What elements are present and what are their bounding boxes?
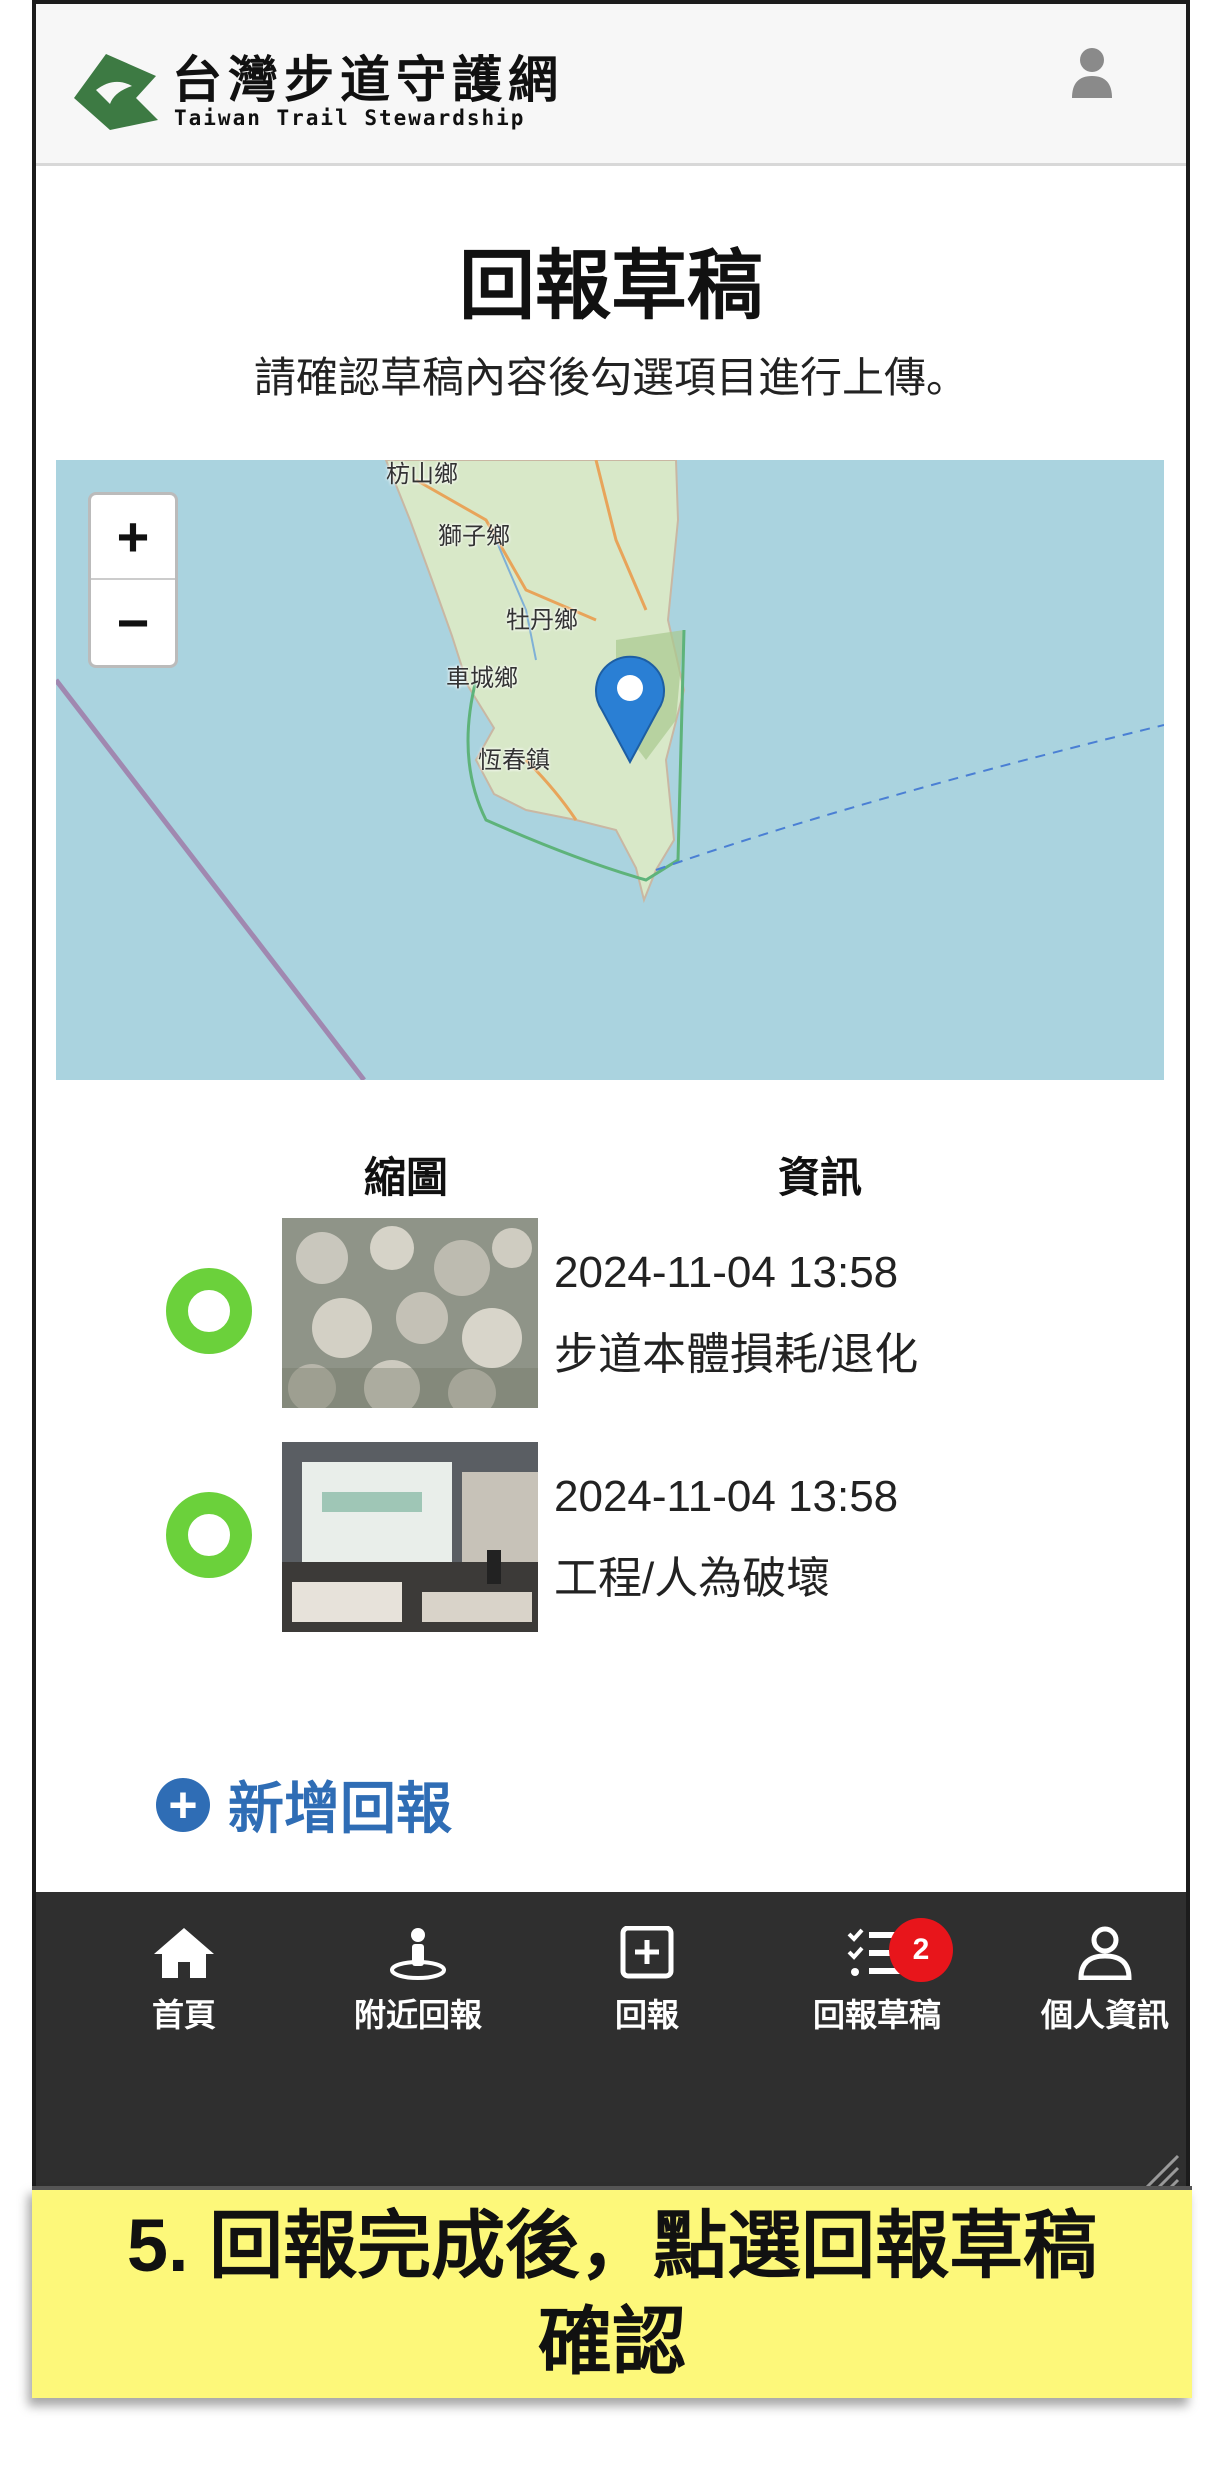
zoom-in-button[interactable]: + — [91, 495, 175, 580]
map-zoom-control: + − — [88, 492, 178, 668]
app-header: 台灣步道守護網 Taiwan Trail Stewardship — [36, 4, 1186, 166]
profile-icon — [1078, 1926, 1132, 1980]
nav-item-report[interactable]: 回報 — [547, 1926, 747, 2036]
caption-line-1: 5. 回報完成後，點選回報草稿 — [126, 2204, 1098, 2287]
draft-count-badge: 2 — [889, 1918, 953, 1982]
home-icon — [154, 1928, 214, 1978]
nav-label: 首頁 — [151, 1997, 216, 2033]
resize-grip-icon[interactable] — [1140, 2150, 1180, 2190]
map-view[interactable]: 枋山鄉 獅子鄉 牡丹鄉 車城鄉 恆春鎮 + − — [56, 460, 1164, 1080]
draft-date: 2024-11-04 13:58 — [554, 1472, 899, 1521]
brand-name-cn: 台灣步道守護網 — [172, 50, 564, 109]
map-label: 牡丹鄉 — [506, 607, 578, 634]
draft-thumbnail-image — [282, 1442, 538, 1632]
brand-name-en: Taiwan Trail Stewardship — [174, 106, 526, 130]
draft-select-radio[interactable] — [166, 1268, 252, 1354]
nav-item-profile[interactable]: 個人資訊 — [1005, 1926, 1186, 2036]
draft-thumbnail-image — [282, 1218, 538, 1408]
nav-label: 回報 — [614, 1997, 679, 2033]
map-pin-icon[interactable] — [594, 654, 666, 764]
draft-type: 步道本體損耗/退化 — [554, 1330, 919, 1379]
nav-label: 回報草稿 — [812, 1997, 941, 2033]
add-report-link[interactable]: + 新增回報 — [156, 1764, 452, 1845]
nav-item-report-drafts[interactable]: 2 回報草稿 — [777, 1918, 977, 2036]
draft-type: 工程/人為破壞 — [554, 1554, 831, 1603]
trail-leaf-logo-icon — [74, 54, 158, 130]
zoom-out-button[interactable]: − — [91, 580, 175, 665]
nav-item-nearby-reports[interactable]: 附近回報 — [318, 1926, 518, 2036]
column-header-thumbnail: 縮圖 — [364, 1154, 449, 1201]
instruction-caption: 5. 回報完成後，點選回報草稿 確認 — [32, 2186, 1192, 2398]
draft-select-radio[interactable] — [166, 1492, 252, 1578]
bottom-nav-bar: 首頁 附近回報 回報 2 回報草稿 個人資訊 — [36, 1892, 1186, 2190]
page-subtitle: 請確認草稿內容後勾選項目進行上傳。 — [253, 354, 968, 401]
map-label: 恆春鎮 — [478, 747, 550, 774]
nav-item-home[interactable]: 首頁 — [84, 1926, 284, 2036]
draft-row[interactable]: 2024-11-04 13:58 工程/人為破壞 — [36, 1442, 1186, 1632]
map-label: 枋山鄉 — [386, 461, 458, 488]
user-icon[interactable] — [1070, 46, 1114, 98]
nav-label: 附近回報 — [353, 1997, 482, 2033]
add-report-label: 新增回報 — [228, 1777, 452, 1840]
caption-line-2: 確認 — [538, 2300, 686, 2383]
map-base-layer — [56, 460, 1164, 1080]
draft-row[interactable]: 2024-11-04 13:58 步道本體損耗/退化 — [36, 1218, 1186, 1408]
phone-frame: 台灣步道守護網 Taiwan Trail Stewardship 回報草稿 請確… — [32, 0, 1190, 2190]
column-header-info: 資訊 — [778, 1154, 863, 1201]
map-label: 獅子鄉 — [438, 523, 510, 550]
plus-square-icon — [620, 1926, 674, 1979]
nav-label: 個人資訊 — [1040, 1997, 1169, 2033]
map-label: 車城鄉 — [446, 665, 518, 692]
plus-circle-icon: + — [156, 1777, 210, 1832]
page-title: 回報草稿 — [459, 244, 763, 329]
draft-date: 2024-11-04 13:58 — [554, 1248, 899, 1297]
nearby-person-icon — [390, 1928, 446, 1980]
